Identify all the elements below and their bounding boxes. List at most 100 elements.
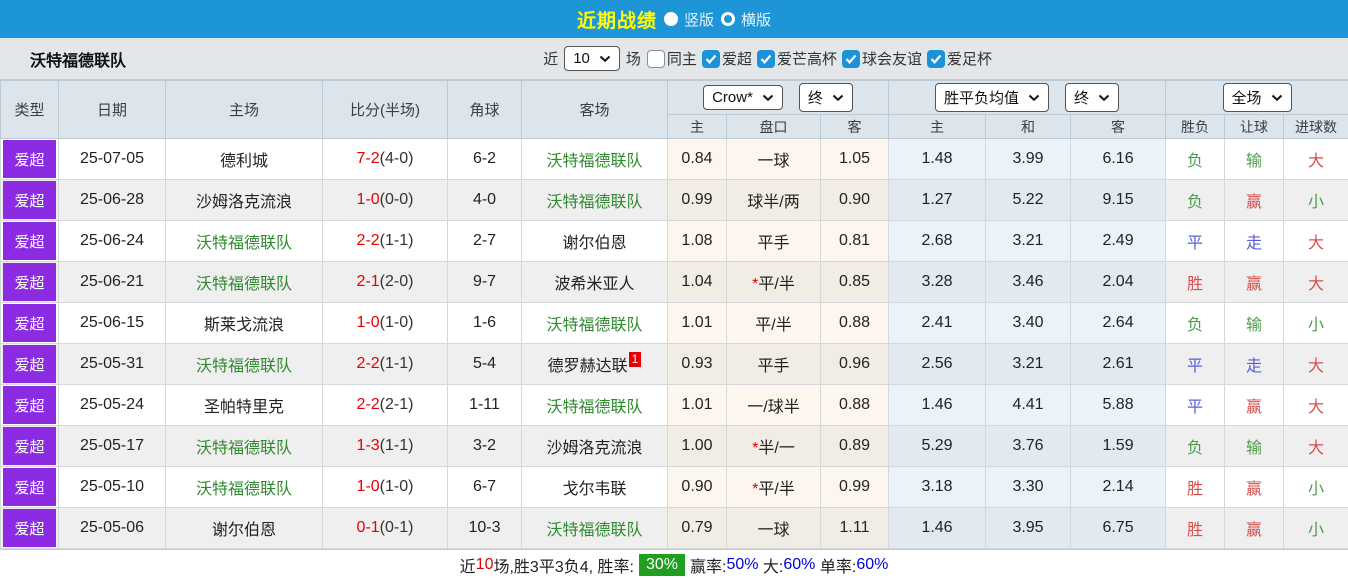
- half-time-score: (2-1): [379, 396, 414, 413]
- handicap-odds-away: 0.99: [819, 466, 890, 508]
- home-team-link[interactable]: 沃特福德联队: [196, 440, 292, 457]
- table-row: 爱超 25-05-31 沃特福德联队 2-2(1-1) 5-4 德罗赫达联 1 0…: [0, 343, 1348, 385]
- home-team-link[interactable]: 斯莱戈流浪: [204, 317, 284, 334]
- avg-odds-win: 1.46: [888, 384, 987, 426]
- league-type-cell: 爱超: [0, 220, 59, 262]
- away-team-link[interactable]: 戈尔韦联: [562, 481, 626, 498]
- handicap-line-text: 平手: [757, 358, 790, 375]
- away-team-link[interactable]: 沙姆洛克流浪: [546, 440, 642, 457]
- result-wdl-cell: 平: [1165, 220, 1226, 262]
- match-count-select[interactable]: 10: [564, 46, 620, 71]
- result-wdl-cell: 负: [1165, 425, 1226, 467]
- league-filter-checkbox[interactable]: 球会友谊: [841, 48, 922, 69]
- result-wdl-cell: 负: [1165, 302, 1226, 344]
- header-away: 客场: [521, 80, 668, 139]
- score-cell: 7-2(4-0): [322, 138, 448, 180]
- result-handicap-cell: 输: [1224, 138, 1285, 180]
- corner-score: 6-2: [447, 138, 522, 180]
- odds-state-select[interactable]: 终: [798, 83, 853, 112]
- checkbox-icon[interactable]: [841, 49, 860, 68]
- avg-odds-draw: 3.21: [985, 343, 1072, 385]
- avg-odds-select[interactable]: 胜平负均值: [935, 83, 1050, 112]
- match-date: 25-06-15: [58, 302, 166, 344]
- result-wdl-cell: 胜: [1165, 507, 1226, 549]
- summary-segment: 大:: [758, 558, 784, 576]
- away-team-link[interactable]: 沃特福德联队: [546, 399, 642, 416]
- home-team-link[interactable]: 沙姆洛克流浪: [196, 194, 292, 211]
- home-team-link[interactable]: 谢尔伯恩: [212, 522, 276, 539]
- handicap-line: 平手: [726, 343, 821, 385]
- away-team-link[interactable]: 沃特福德联队: [546, 522, 642, 539]
- score-cell: 1-0(0-0): [322, 179, 448, 221]
- result-goals: 大: [1308, 399, 1325, 416]
- layout-radio-vertical[interactable]: 竖版: [663, 9, 714, 30]
- away-team-link[interactable]: 波希米亚人: [554, 276, 634, 293]
- avg-odds-lose: 2.64: [1070, 302, 1167, 344]
- home-team-link[interactable]: 沃特福德联队: [196, 276, 292, 293]
- layout-radio-horizontal[interactable]: 横版: [721, 9, 771, 30]
- table-row: 爱超 25-05-06 谢尔伯恩 0-1(0-1) 10-3 沃特福德联队 0.…: [0, 507, 1348, 549]
- avg-odds-win: 2.56: [888, 343, 987, 385]
- corner-score: 9-7: [447, 261, 522, 303]
- home-team-link[interactable]: 德利城: [220, 153, 268, 170]
- full-time-score: 2-1: [356, 273, 380, 290]
- away-team-link[interactable]: 沃特福德联队: [546, 153, 642, 170]
- home-team-cell: 谢尔伯恩: [165, 507, 323, 549]
- league-filter-checkbox[interactable]: 同主: [646, 48, 697, 69]
- away-team-link[interactable]: 沃特福德联队: [546, 194, 642, 211]
- games-label: 场: [625, 51, 641, 68]
- league-type-cell: 爱超: [0, 384, 59, 426]
- handicap-line-text: 球半/两: [747, 194, 800, 211]
- avg-odds-draw: 3.21: [985, 220, 1072, 262]
- result-goals-cell: 大: [1283, 220, 1348, 262]
- league-type-badge: 爱超: [3, 386, 56, 424]
- home-team-link[interactable]: 沃特福德联队: [196, 481, 292, 498]
- scope-select[interactable]: 全场: [1222, 83, 1292, 112]
- league-filter-checkbox[interactable]: 爱超: [701, 48, 752, 69]
- league-type-cell: 爱超: [0, 179, 59, 221]
- result-handicap-cell: 输: [1224, 302, 1285, 344]
- result-goals-cell: 大: [1283, 261, 1348, 303]
- result-handicap-cell: 赢: [1224, 384, 1285, 426]
- corner-score: 10-3: [447, 507, 522, 549]
- subheader-result-goals: 进球数: [1283, 114, 1348, 139]
- filter-label: 爱足杯: [946, 51, 992, 68]
- checkbox-icon[interactable]: [756, 49, 775, 68]
- checkbox-icon[interactable]: [926, 49, 945, 68]
- avg-odds-draw: 5.22: [985, 179, 1072, 221]
- radio-unselected-icon[interactable]: [721, 12, 735, 26]
- league-filter-checkbox[interactable]: 爱芒高杯: [756, 48, 837, 69]
- odds-company-select[interactable]: Crow*: [703, 85, 783, 110]
- checkbox-icon[interactable]: [646, 49, 665, 68]
- league-filter-checkbox[interactable]: 爱足杯: [926, 48, 992, 69]
- avg-state-select[interactable]: 终: [1065, 83, 1120, 112]
- match-date: 25-06-24: [58, 220, 166, 262]
- home-team-link[interactable]: 沃特福德联队: [196, 358, 292, 375]
- away-team-link[interactable]: 沃特福德联队: [546, 317, 642, 334]
- avg-odds-lose: 6.16: [1070, 138, 1167, 180]
- avg-odds-win: 3.28: [888, 261, 987, 303]
- league-filter-group: 同主 爱超 爱芒高杯 球会友谊 爱足杯: [646, 48, 992, 69]
- summary-segment: 10: [475, 555, 494, 573]
- radio-selected-icon[interactable]: [663, 12, 678, 26]
- handicap-odds-home: 0.90: [667, 466, 727, 508]
- handicap-odds-home: 1.01: [667, 302, 727, 344]
- handicap-line: 平/半: [726, 302, 821, 344]
- away-team-link[interactable]: 谢尔伯恩: [562, 235, 626, 252]
- handicap-odds-home: 0.93: [667, 343, 727, 385]
- handicap-line: 球半/两: [726, 179, 821, 221]
- result-goals-cell: 小: [1283, 302, 1348, 344]
- home-team-link[interactable]: 圣帕特里克: [204, 399, 284, 416]
- result-handicap-cell: 赢: [1224, 261, 1285, 303]
- result-handicap-cell: 走: [1224, 220, 1285, 262]
- handicap-line: 一球: [726, 138, 821, 180]
- league-type-cell: 爱超: [0, 261, 59, 303]
- away-team-cell: 戈尔韦联: [521, 466, 668, 508]
- home-team-link[interactable]: 沃特福德联队: [196, 235, 292, 252]
- away-team-link[interactable]: 德罗赫达联: [548, 358, 628, 375]
- result-wdl-cell: 平: [1165, 384, 1226, 426]
- checkbox-icon[interactable]: [701, 49, 720, 68]
- result-handicap: 赢: [1246, 276, 1263, 293]
- league-type-badge: 爱超: [3, 468, 56, 506]
- result-wdl: 负: [1187, 440, 1204, 457]
